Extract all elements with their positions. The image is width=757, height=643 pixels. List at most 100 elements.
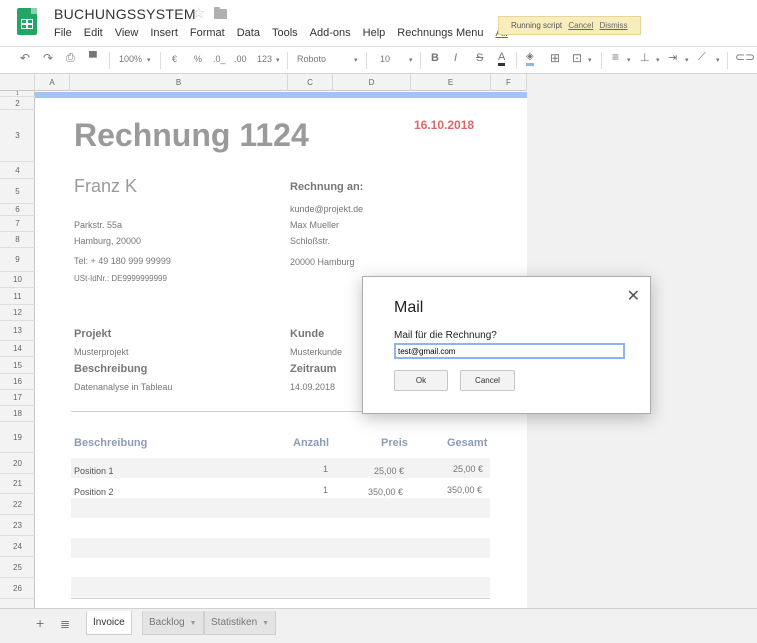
sheet-tab-statistiken[interactable]: Statistiken ▼ — [204, 611, 277, 635]
merge-cells-icon[interactable]: ⊡ — [572, 51, 582, 65]
position-anzahl[interactable]: 1 — [323, 485, 328, 495]
row-header[interactable]: 3 — [0, 110, 35, 162]
menu-insert[interactable]: Insert — [150, 27, 178, 39]
projekt-value[interactable]: Musterprojekt — [74, 347, 129, 357]
position-preis[interactable]: 25,00 € — [374, 466, 404, 476]
position-preis[interactable]: 350,00 € — [368, 487, 403, 497]
recipient-city[interactable]: 20000 Hamburg — [290, 257, 355, 267]
column-header-a[interactable]: A — [35, 74, 70, 91]
row-header[interactable]: 12 — [0, 305, 35, 321]
align-left-icon[interactable]: ≡ — [612, 50, 619, 64]
position-anzahl[interactable]: 1 — [323, 464, 328, 474]
text-color-icon[interactable]: A — [498, 51, 506, 66]
add-sheet-icon[interactable]: + — [36, 615, 44, 631]
mail-input[interactable] — [394, 343, 625, 359]
sheets-logo-icon[interactable] — [17, 8, 37, 35]
row-header[interactable]: 26 — [0, 578, 35, 599]
position-gesamt[interactable]: 350,00 € — [447, 485, 482, 495]
kunde-label[interactable]: Kunde — [290, 328, 324, 340]
vertical-align-icon[interactable]: ⊥ — [640, 51, 650, 64]
row-header[interactable]: 10 — [0, 272, 35, 288]
menu-rechnungs[interactable]: Rechnungs Menu — [397, 27, 483, 39]
column-header-f[interactable]: F — [491, 74, 527, 91]
position-name[interactable]: Position 2 — [74, 487, 114, 497]
more-formats-button[interactable]: 123 — [257, 54, 272, 64]
table-header-preis[interactable]: Preis — [381, 437, 408, 449]
menu-help[interactable]: Help — [363, 27, 386, 39]
invoice-date[interactable]: 16.10.2018 — [414, 118, 474, 132]
strikethrough-icon[interactable]: S — [476, 52, 483, 64]
row-header[interactable]: 5 — [0, 179, 35, 204]
row-header[interactable]: 25 — [0, 557, 35, 578]
sender-street[interactable]: Parkstr. 55a — [74, 220, 122, 230]
sender-name[interactable]: Franz K — [74, 176, 137, 197]
zeitraum-label[interactable]: Zeitraum — [290, 363, 336, 375]
projekt-label[interactable]: Projekt — [74, 328, 111, 340]
row-header[interactable]: 18 — [0, 406, 35, 422]
percent-button[interactable]: % — [194, 54, 202, 64]
row-header[interactable]: 2 — [0, 97, 35, 110]
row-header[interactable]: 19 — [0, 422, 35, 453]
ok-button[interactable]: Ok — [394, 370, 448, 391]
recipient-email[interactable]: kunde@projekt.de — [290, 204, 363, 214]
sheet-tab-backlog[interactable]: Backlog ▼ — [142, 611, 204, 635]
undo-icon[interactable]: ↶ — [20, 51, 30, 65]
table-header-gesamt[interactable]: Gesamt — [447, 437, 487, 449]
sender-ustid[interactable]: USt-IdNr.: DE9999999999 — [74, 274, 167, 283]
column-header-e[interactable]: E — [411, 74, 491, 91]
row-header[interactable]: 7 — [0, 216, 35, 232]
row-header[interactable]: 21 — [0, 474, 35, 494]
menu-data[interactable]: Data — [237, 27, 260, 39]
beschreibung-value[interactable]: Datenanalyse in Tableau — [74, 382, 172, 392]
position-name[interactable]: Position 1 — [74, 466, 114, 476]
row-header[interactable]: 8 — [0, 232, 35, 248]
row-header[interactable]: 9 — [0, 248, 35, 272]
decrease-decimal-button[interactable]: .0_ — [213, 54, 226, 64]
font-select[interactable]: Roboto — [297, 54, 326, 64]
beschreibung-label[interactable]: Beschreibung — [74, 363, 147, 375]
font-size-select[interactable]: 10 — [380, 54, 390, 64]
table-header-beschreibung[interactable]: Beschreibung — [74, 437, 147, 449]
text-wrap-icon[interactable]: ⇥ — [668, 51, 677, 64]
chevron-down-icon[interactable]: ▼ — [262, 620, 269, 627]
row-header[interactable]: 17 — [0, 390, 35, 406]
close-icon[interactable]: ✕ — [627, 286, 640, 306]
row-header[interactable]: 15 — [0, 357, 35, 374]
cancel-button[interactable]: Cancel — [460, 370, 515, 391]
zeitraum-value[interactable]: 14.09.2018 — [290, 382, 335, 392]
recipient-label[interactable]: Rechnung an: — [290, 181, 363, 193]
row-header[interactable]: 24 — [0, 536, 35, 557]
row-header[interactable]: 14 — [0, 341, 35, 357]
menu-format[interactable]: Format — [190, 27, 225, 39]
italic-icon[interactable]: I — [454, 52, 457, 64]
row-header[interactable]: 4 — [0, 162, 35, 179]
table-header-anzahl[interactable]: Anzahl — [293, 437, 329, 449]
column-header-c[interactable]: C — [288, 74, 333, 91]
currency-button[interactable]: € — [172, 54, 177, 64]
row-header[interactable]: 23 — [0, 515, 35, 536]
sender-tel[interactable]: Tel: + 49 180 999 99999 — [74, 256, 171, 266]
fill-color-icon[interactable]: ◈ — [526, 51, 534, 66]
paint-format-icon[interactable]: ▀ — [89, 52, 97, 64]
zoom-select[interactable]: 100% — [119, 54, 142, 64]
menu-file[interactable]: File — [54, 27, 72, 39]
invoice-title[interactable]: Rechnung 1124 — [74, 117, 309, 154]
toast-cancel-link[interactable]: Cancel — [568, 21, 593, 30]
position-gesamt[interactable]: 25,00 € — [453, 464, 483, 474]
all-sheets-icon[interactable]: ≣ — [60, 617, 70, 631]
select-all-corner[interactable] — [0, 74, 35, 91]
chevron-down-icon[interactable]: ▼ — [190, 620, 197, 627]
insert-link-icon[interactable]: ⊂⊃ — [735, 50, 755, 64]
menu-tools[interactable]: Tools — [272, 27, 298, 39]
kunde-value[interactable]: Musterkunde — [290, 347, 342, 357]
recipient-street[interactable]: Schloßstr. — [290, 236, 330, 246]
bold-icon[interactable]: B — [431, 52, 439, 64]
sheet-tab-invoice[interactable]: Invoice — [86, 611, 132, 635]
row-header[interactable]: 6 — [0, 204, 35, 216]
column-header-d[interactable]: D — [333, 74, 411, 91]
row-header[interactable]: 20 — [0, 453, 35, 474]
row-header[interactable]: 22 — [0, 494, 35, 515]
column-header-b[interactable]: B — [70, 74, 288, 91]
toast-dismiss-link[interactable]: Dismiss — [600, 21, 628, 30]
print-icon[interactable]: ⎙ — [66, 52, 75, 65]
